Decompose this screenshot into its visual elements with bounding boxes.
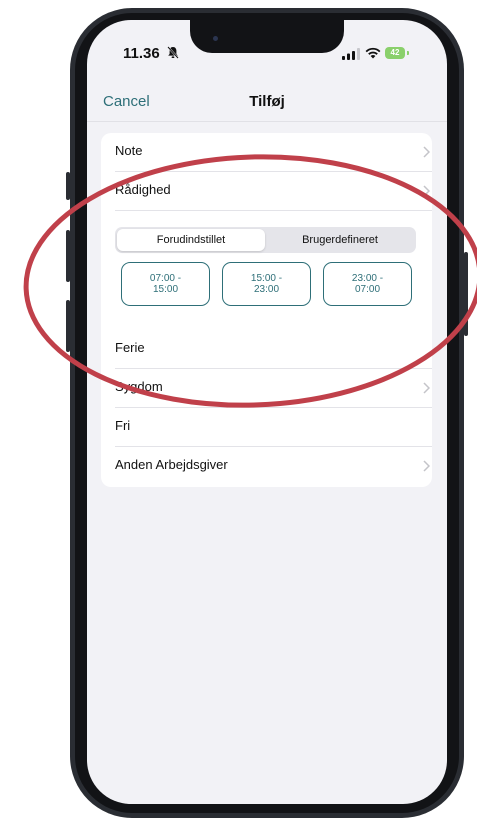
segment-preset[interactable]: Forudindstillet: [117, 229, 265, 251]
nav-divider: [87, 121, 447, 122]
row-label-other-employer: Anden Arbejdsgiver: [115, 457, 228, 472]
shift-button-evening[interactable]: 15:00 - 23:00: [222, 262, 311, 306]
chevron-right-icon: [423, 185, 430, 197]
shift-end: 23:00: [253, 284, 280, 295]
segment-custom[interactable]: Brugerdefineret: [266, 229, 414, 251]
power-button: [464, 252, 468, 336]
list-item-vacation[interactable]: Ferie: [115, 330, 432, 369]
shift-end: 07:00: [354, 284, 381, 295]
shift-start: 15:00 -: [250, 273, 283, 284]
options-card: Note Rådighed Forudindstillet Brugerdefi…: [101, 133, 432, 487]
row-label-vacation: Ferie: [115, 340, 145, 355]
shift-start: 23:00 -: [351, 273, 384, 284]
row-label-sickness: Sygdom: [115, 379, 163, 394]
shift-start: 07:00 -: [149, 273, 182, 284]
list-item-availability[interactable]: Rådighed: [115, 172, 432, 211]
list-item-note[interactable]: Note: [115, 133, 432, 172]
status-time: 11.36: [123, 45, 160, 62]
list-item-off[interactable]: Fri: [115, 408, 432, 447]
page-title: Tilføj: [249, 93, 285, 110]
cellular-signal-icon: [342, 48, 360, 60]
wifi-icon: [365, 47, 381, 59]
row-label-note: Note: [115, 143, 143, 158]
volume-up-button: [66, 230, 70, 282]
shift-end: 15:00: [152, 284, 179, 295]
shift-button-day[interactable]: 07:00 - 15:00: [121, 262, 210, 306]
chevron-right-icon: [423, 146, 430, 158]
shift-button-night[interactable]: 23:00 - 07:00: [323, 262, 412, 306]
list-item-sickness[interactable]: Sygdom: [115, 369, 432, 408]
silent-switch: [66, 172, 70, 200]
chevron-right-icon: [423, 460, 430, 472]
front-camera: [213, 36, 218, 41]
row-label-off: Fri: [115, 418, 131, 433]
preset-segmented-control: Forudindstillet Brugerdefineret: [115, 227, 416, 253]
screen: 11.36 42 Cancel Tilføj Note Rådighed For…: [87, 20, 447, 804]
battery-cap: [407, 51, 409, 55]
chevron-right-icon: [423, 382, 430, 394]
row-label-availability: Rådighed: [115, 182, 171, 197]
volume-down-button: [66, 300, 70, 352]
battery-icon: 42: [385, 47, 405, 59]
bell-slash-icon: [167, 46, 179, 59]
list-item-other-employer[interactable]: Anden Arbejdsgiver: [115, 447, 432, 485]
